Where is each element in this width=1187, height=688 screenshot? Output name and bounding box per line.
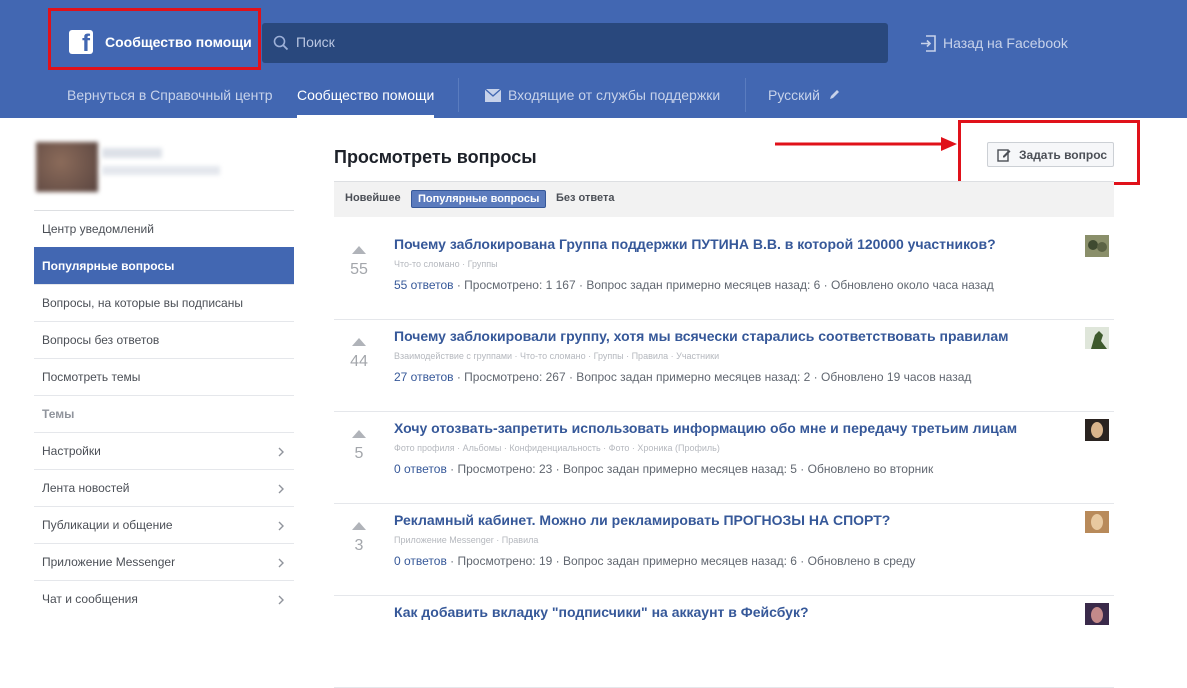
nav-active-underline [297, 115, 434, 118]
brand-title: Сообщество помощи [105, 34, 252, 50]
pencil-icon[interactable] [829, 89, 840, 100]
nav-divider [458, 78, 459, 112]
question-title[interactable]: Как добавить вкладку "подписчики" на акк… [394, 604, 809, 620]
vote-count: 3 [354, 537, 364, 554]
vote-count: 5 [354, 445, 364, 462]
question-tags: Приложение Messenger · Правила [394, 535, 539, 545]
question-meta: 0 ответов · Просмотрено: 19 · Вопрос зад… [394, 554, 916, 568]
question-title[interactable]: Почему заблокирована Группа поддержки ПУ… [394, 236, 996, 252]
nav-community[interactable]: Сообщество помощи [297, 87, 434, 103]
sidebar-item-messenger[interactable]: Приложение Messenger [34, 543, 294, 580]
edit-icon [997, 149, 1011, 162]
sidebar-topics-header: Темы [34, 395, 294, 432]
author-avatar[interactable] [1085, 327, 1109, 349]
nav-language[interactable]: Русский [768, 87, 820, 103]
login-icon [921, 35, 936, 52]
sidebar-item-chat[interactable]: Чат и сообщения [34, 580, 294, 617]
profile-name-blurred [102, 148, 162, 158]
question-tags: Фото профиля · Альбомы · Конфиденциально… [394, 443, 720, 453]
answers-link[interactable]: 27 ответов [394, 370, 454, 384]
filter-popular[interactable]: Популярные вопросы [411, 190, 547, 208]
answers-link[interactable]: 0 ответов [394, 554, 447, 568]
back-link-label: Назад на Facebook [943, 35, 1068, 51]
nav-help-center[interactable]: Вернуться в Справочный центр [67, 87, 273, 103]
sidebar-item-settings[interactable]: Настройки [34, 432, 294, 469]
sidebar-item-browse-topics[interactable]: Посмотреть темы [34, 358, 294, 395]
author-avatar[interactable] [1085, 511, 1109, 533]
sidebar-menu: Центр уведомлений Популярные вопросы Воп… [34, 210, 294, 617]
answers-link[interactable]: 0 ответов [394, 462, 447, 476]
sidebar-item-posting[interactable]: Публикации и общение [34, 506, 294, 543]
filter-bar: Новейшее Популярные вопросы Без ответа [334, 181, 1114, 217]
nav-support-inbox[interactable]: Входящие от службы поддержки [508, 87, 720, 103]
chevron-right-icon [278, 521, 284, 531]
brand-highlight[interactable]: f Сообщество помощи [48, 8, 261, 70]
question-title[interactable]: Почему заблокировали группу, хотя мы вся… [394, 328, 1009, 344]
search-placeholder: Поиск [296, 34, 335, 50]
search-input[interactable]: Поиск [262, 23, 888, 63]
upvote-arrow-icon[interactable] [352, 246, 366, 254]
question-meta: 55 ответов · Просмотрено: 1 167 · Вопрос… [394, 278, 994, 292]
sidebar-item-subscribed-questions[interactable]: Вопросы, на которые вы подписаны [34, 284, 294, 321]
answers-link[interactable]: 55 ответов [394, 278, 454, 292]
page-title: Просмотреть вопросы [334, 147, 537, 167]
chevron-right-icon [278, 447, 284, 457]
sidebar-item-news-feed[interactable]: Лента новостей [34, 469, 294, 506]
ask-question-label: Задать вопрос [1019, 148, 1108, 162]
envelope-icon [485, 89, 501, 102]
filter-unanswered[interactable]: Без ответа [556, 192, 614, 204]
question-item: Как добавить вкладку "подписчики" на акк… [334, 596, 1114, 688]
author-avatar[interactable] [1085, 603, 1109, 625]
question-item: 44 Почему заблокировали группу, хотя мы … [334, 320, 1114, 412]
ask-question-button[interactable]: Задать вопрос [987, 142, 1114, 167]
question-item: 3 Рекламный кабинет. Можно ли рекламиров… [334, 504, 1114, 596]
avatar[interactable] [36, 142, 98, 192]
chevron-right-icon [278, 558, 284, 568]
search-icon [273, 35, 289, 51]
question-title[interactable]: Рекламный кабинет. Можно ли рекламироват… [394, 512, 890, 528]
sidebar-item-popular-questions[interactable]: Популярные вопросы [34, 247, 294, 284]
question-item: 5 Хочу отозвать-запретить использовать и… [334, 412, 1114, 504]
chevron-right-icon [278, 484, 284, 494]
nav-divider [745, 78, 746, 112]
red-arrow-annotation [775, 137, 957, 151]
question-item: 55 Почему заблокирована Группа поддержки… [334, 228, 1114, 320]
question-meta: 27 ответов · Просмотрено: 267 · Вопрос з… [394, 370, 972, 384]
upvote-arrow-icon[interactable] [352, 430, 366, 438]
filter-newest[interactable]: Новейшее [345, 192, 401, 204]
top-header: f Сообщество помощи Поиск Назад на Faceb… [0, 0, 1187, 118]
chevron-right-icon [278, 595, 284, 605]
question-meta: 0 ответов · Просмотрено: 23 · Вопрос зад… [394, 462, 934, 476]
question-tags: Взаимодействие с группами · Что-то слома… [394, 351, 720, 361]
vote-count: 44 [350, 353, 368, 370]
question-tags: Что-то сломано · Группы [394, 259, 498, 269]
sidebar-item-unanswered[interactable]: Вопросы без ответов [34, 321, 294, 358]
vote-count: 55 [350, 261, 368, 278]
profile-subtitle-blurred [102, 166, 220, 175]
question-title[interactable]: Хочу отозвать-запретить использовать инф… [394, 420, 1017, 436]
upvote-arrow-icon[interactable] [352, 338, 366, 346]
sidebar-item-notifications[interactable]: Центр уведомлений [34, 210, 294, 247]
facebook-logo-icon: f [69, 30, 93, 54]
author-avatar[interactable] [1085, 419, 1109, 441]
author-avatar[interactable] [1085, 235, 1109, 257]
upvote-arrow-icon[interactable] [352, 522, 366, 530]
top-nav: Вернуться в Справочный центр Сообщество … [0, 78, 1187, 118]
